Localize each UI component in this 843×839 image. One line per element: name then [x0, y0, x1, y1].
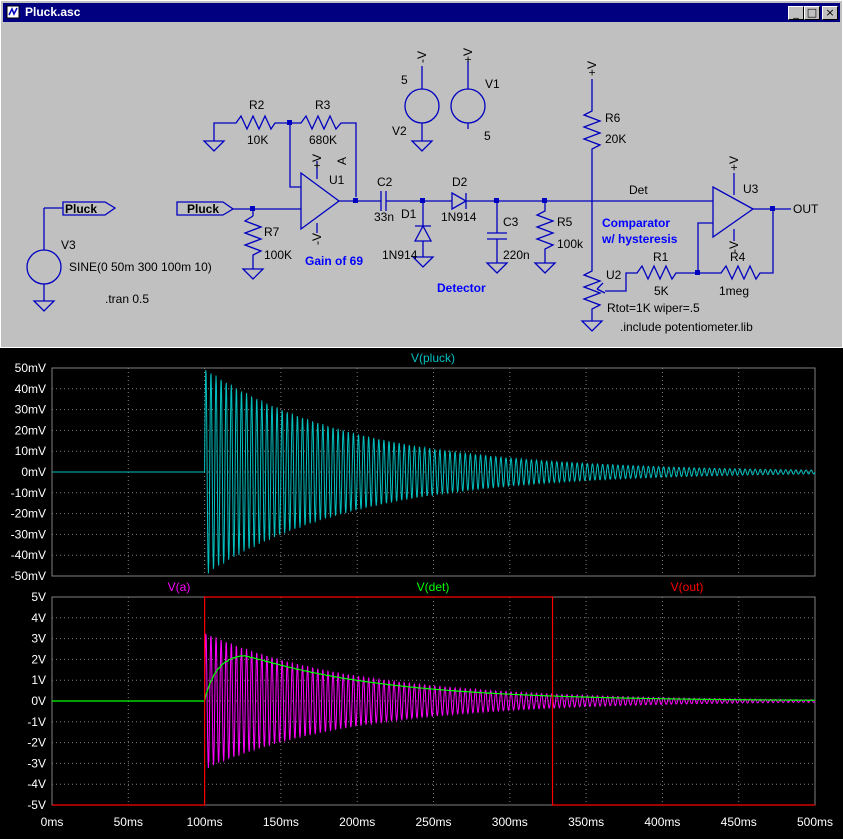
label-v1-node: +V — [461, 48, 475, 63]
label-vminus1: -V — [310, 233, 324, 245]
x-tick-label: 300ms — [492, 815, 528, 829]
label-include[interactable]: .include potentiometer.lib — [620, 320, 753, 334]
label-v3: V3 — [61, 238, 76, 252]
label-d2-value: 1N914 — [441, 210, 477, 224]
trace-title[interactable]: V(out) — [671, 580, 704, 594]
y-tick-label: -20mV — [11, 507, 46, 521]
x-tick-label: 350ms — [568, 815, 604, 829]
label-v3-value: SINE(0 50m 300 100m 10) — [69, 260, 212, 274]
label-d1-value: 1N914 — [382, 248, 418, 262]
y-tick-label: 40mV — [15, 382, 46, 396]
x-tick-label: 150ms — [263, 815, 299, 829]
app-icon — [6, 5, 20, 19]
x-tick-label: 500ms — [797, 815, 833, 829]
waveform-viewer[interactable]: 50mV 40mV 30mV 20mV 10mV 0mV -10mV -20mV -30mV -4… — [0, 348, 843, 839]
y-tick-label: 0V — [31, 694, 46, 708]
window-title: Pluck.asc — [25, 5, 81, 19]
label-r1: R1 — [653, 250, 669, 264]
label-c3: C3 — [503, 215, 519, 229]
y-tick-label: -1V — [27, 715, 46, 729]
label-r6-node: +V — [585, 61, 599, 76]
x-tick-label: 200ms — [339, 815, 375, 829]
x-tick-label: 50ms — [114, 815, 143, 829]
y-tick-label: -3V — [27, 756, 46, 770]
label-r7-value: 100K — [264, 248, 292, 262]
label-v1-value: 5 — [484, 129, 491, 143]
trace-title-pluck[interactable]: V(pluck) — [411, 351, 455, 365]
label-out: OUT — [793, 202, 819, 216]
label-detector: Detector — [437, 281, 486, 295]
x-tick-label: 0ms — [41, 815, 64, 829]
y-tick-label: 3V — [31, 632, 46, 646]
label-u2-value: Rtot=1K wiper=.5 — [607, 301, 700, 315]
y-tick-label: -40mV — [11, 548, 46, 562]
label-c2: C2 — [377, 175, 393, 189]
label-r3: R3 — [315, 98, 331, 112]
label-r5: R5 — [557, 215, 573, 229]
y-tick-label: 4V — [31, 611, 46, 625]
trace-title[interactable]: V(a) — [168, 580, 191, 594]
label-vplus3: +V — [727, 156, 741, 171]
label-r2: R2 — [249, 98, 265, 112]
label-v2-node: -V — [415, 51, 429, 63]
y-tick-label: -10mV — [11, 486, 46, 500]
label-r2-value: 10K — [247, 133, 268, 147]
label-r6: R6 — [605, 111, 621, 125]
label-c3-value: 220n — [503, 248, 530, 262]
label-vplus1: +V — [310, 154, 324, 169]
y-tick-label: 30mV — [15, 403, 46, 417]
maximize-button[interactable]: □ — [804, 6, 820, 20]
label-u2: U2 — [606, 268, 622, 282]
label-hysteresis: w/ hysteresis — [601, 232, 678, 246]
label-v1: V1 — [485, 77, 500, 91]
label-gain: Gain of 69 — [305, 254, 363, 268]
x-tick-label: 450ms — [721, 815, 757, 829]
voltage-source-v3[interactable] — [26, 207, 63, 312]
label-pluck-in: Pluck — [187, 202, 219, 216]
minimize-button[interactable]: _ — [788, 6, 804, 20]
label-r5-value: 100k — [557, 237, 584, 251]
y-tick-label: 0mV — [21, 465, 46, 479]
y-tick-label: -2V — [27, 736, 46, 750]
trace-title[interactable]: V(det) — [417, 580, 450, 594]
y-tick-label: 5V — [31, 590, 46, 604]
label-r3-value: 680K — [309, 133, 337, 147]
y-tick-label: -50mV — [11, 569, 46, 583]
schematic-canvas[interactable]: V3 SINE(0 50m 300 100m 10) .tran 0.5 Plu… — [5, 23, 838, 345]
label-comparator: Comparator — [602, 216, 670, 230]
label-r7: R7 — [264, 225, 280, 239]
label-det: Det — [629, 183, 648, 197]
label-pluck-left: Pluck — [65, 202, 97, 216]
label-r4: R4 — [730, 250, 746, 264]
close-button[interactable]: × — [822, 6, 838, 20]
label-node-a: A — [335, 157, 349, 165]
label-u3: U3 — [743, 182, 759, 196]
label-tran[interactable]: .tran 0.5 — [105, 292, 149, 306]
label-d2: D2 — [452, 175, 468, 189]
label-v2: V2 — [392, 124, 407, 138]
y-tick-label: 2V — [31, 652, 46, 666]
y-tick-label: -30mV — [11, 527, 46, 541]
x-tick-label: 400ms — [644, 815, 680, 829]
y-tick-label: -5V — [27, 798, 46, 812]
y-tick-label: 50mV — [15, 361, 46, 375]
y-tick-label: 1V — [31, 673, 46, 687]
title-bar[interactable]: Pluck.asc _ □ × — [3, 3, 840, 22]
y-tick-label: 20mV — [15, 423, 46, 437]
schematic-window: Pluck.asc _ □ × V3 SINE(0 50m 300 100m 1… — [0, 0, 843, 348]
y-tick-label: 10mV — [15, 444, 46, 458]
label-d1: D1 — [401, 207, 417, 221]
label-v2-value: 5 — [401, 73, 408, 87]
label-r6-value: 20K — [605, 132, 626, 146]
label-c2-value: 33n — [374, 210, 394, 224]
label-u1: U1 — [329, 173, 345, 187]
label-r4-value: 1meg — [719, 284, 749, 298]
x-tick-label: 100ms — [187, 815, 223, 829]
x-tick-label: 250ms — [415, 815, 451, 829]
label-r1-value: 5K — [654, 284, 669, 298]
y-tick-label: -4V — [27, 777, 46, 791]
